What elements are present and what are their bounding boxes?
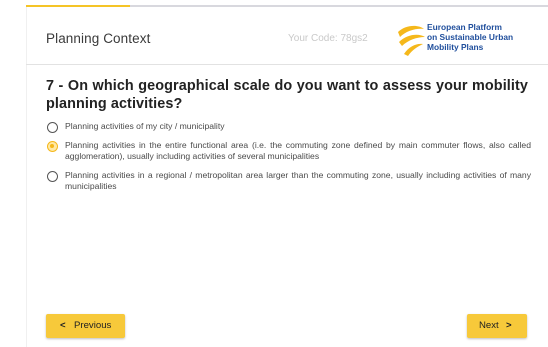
chevron-right-icon: > (506, 320, 512, 331)
next-button[interactable]: Next > (467, 314, 527, 338)
survey-page: Planning Context Your Code: 78gs2 Europe… (0, 0, 548, 347)
logo-line: European Platform (427, 22, 502, 32)
radio-button[interactable] (47, 122, 58, 133)
previous-label: Previous (74, 320, 112, 331)
user-code: Your Code: 78gs2 (288, 33, 368, 44)
page-title: Planning Context (46, 31, 151, 46)
logo-line: Mobility Plans (427, 42, 484, 52)
question-heading: 7 - On which geographical scale do you w… (46, 78, 528, 112)
logo-line: on Sustainable Urban (427, 32, 514, 42)
logo-swoosh-icon (398, 25, 425, 56)
eltis-logo: European Platform on Sustainable Urban M… (396, 21, 546, 59)
next-label: Next (479, 320, 499, 331)
header: Planning Context Your Code: 78gs2 Europe… (26, 7, 548, 65)
option-label: Planning activities of my city / municip… (65, 121, 225, 131)
logo-text: European Platform on Sustainable Urban M… (427, 22, 513, 52)
radio-button[interactable] (47, 141, 58, 152)
radio-button[interactable] (47, 171, 58, 182)
option-label: Planning activities in the entire functi… (65, 140, 531, 161)
chevron-left-icon: < (60, 320, 66, 331)
option-label: Planning activities in a regional / metr… (65, 170, 531, 191)
previous-button[interactable]: < Previous (46, 314, 125, 338)
